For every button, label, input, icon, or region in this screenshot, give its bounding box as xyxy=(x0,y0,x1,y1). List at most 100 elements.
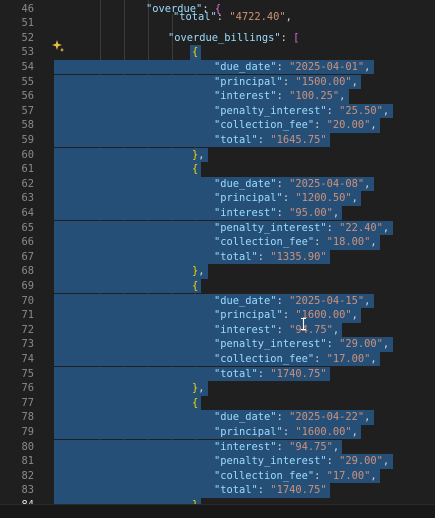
json-key: "principal" xyxy=(214,309,283,322)
line-number: 69 xyxy=(21,279,34,292)
code-line[interactable]: "penalty_interest": "22.40", xyxy=(214,221,389,236)
line-number: 60 xyxy=(21,148,34,161)
line-number: 83 xyxy=(21,484,34,497)
json-punctuation: , xyxy=(198,265,205,278)
code-line[interactable]: "principal": "1600.00", xyxy=(214,425,358,440)
line-number: 53 xyxy=(21,46,34,59)
json-punctuation: , xyxy=(370,352,377,365)
json-punctuation: , xyxy=(198,148,205,161)
code-line[interactable]: "total": "1645.75" xyxy=(214,133,327,148)
code-line[interactable]: "principal": "1500.00", xyxy=(214,75,358,90)
code-line[interactable]: "collection_fee": "18.00", xyxy=(214,235,377,250)
json-punctuation: : xyxy=(257,133,271,146)
code-line[interactable]: "penalty_interest": "29.00", xyxy=(214,454,389,469)
json-key: "due_date" xyxy=(214,60,277,73)
json-punctuation: : xyxy=(326,455,340,468)
line-number: 58 xyxy=(21,119,34,132)
code-line[interactable]: "interest": "94.75", xyxy=(214,440,339,455)
code-line[interactable]: "due_date": "2025-04-15", xyxy=(214,294,370,309)
json-punctuation: : xyxy=(276,206,290,219)
json-string: "2025-04-15" xyxy=(289,294,365,307)
json-punctuation: : xyxy=(276,60,290,73)
json-punctuation: : xyxy=(326,104,340,117)
selection-highlight xyxy=(54,278,202,294)
code-line[interactable]: "interest": "94.75", xyxy=(214,323,339,338)
json-key: "total" xyxy=(214,484,258,497)
selection-highlight xyxy=(54,395,202,411)
json-punctuation: : xyxy=(282,309,296,322)
code-line[interactable]: "collection_fee": "17.00", xyxy=(214,469,377,484)
json-string: "25.50" xyxy=(339,104,383,117)
code-line[interactable]: "due_date": "2025-04-08", xyxy=(214,177,370,192)
json-punctuation: , xyxy=(382,221,390,234)
json-bracket: [ xyxy=(293,31,300,44)
code-editor[interactable]: 46 51 52 53 54 55 56 57 58 59 60 61 62 63 64 65 66 67 68 69… xyxy=(0,0,435,513)
json-string: "94.75" xyxy=(289,440,333,453)
json-key: "interest" xyxy=(214,206,277,219)
code-line[interactable]: "penalty_interest": "29.00", xyxy=(214,337,389,352)
json-key: "collection_fee" xyxy=(214,119,315,132)
code-line[interactable]: "principal": "1600.00", xyxy=(214,308,358,323)
code-line[interactable]: "collection_fee": "17.00", xyxy=(214,352,377,367)
line-number: 74 xyxy=(21,352,34,365)
code-line[interactable]: }, xyxy=(192,264,205,279)
line-number: 81 xyxy=(21,455,34,468)
sparkle-icon[interactable] xyxy=(52,40,64,52)
json-punctuation: : xyxy=(276,323,290,336)
json-punctuation: : xyxy=(216,11,230,24)
line-number: 82 xyxy=(21,469,34,482)
code-line[interactable]: "principal": "1200.50", xyxy=(214,191,358,206)
code-line[interactable]: "total": "1335.90" xyxy=(214,250,327,265)
json-string: "4722.40" xyxy=(229,11,286,24)
code-line[interactable]: { xyxy=(192,45,198,60)
json-string: "94.75" xyxy=(289,323,333,336)
code-line[interactable]: }, xyxy=(192,381,205,396)
json-key: "interest" xyxy=(214,440,277,453)
code-line[interactable]: "total": "1740.75" xyxy=(214,367,327,382)
json-string: "1740.75" xyxy=(270,367,327,380)
json-key: "due_date" xyxy=(214,411,277,424)
json-bracket: { xyxy=(192,46,199,59)
code-line[interactable]: "interest": "100.25", xyxy=(214,89,345,104)
code-line[interactable]: "penalty_interest": "25.50", xyxy=(214,104,389,119)
json-key: "collection_fee" xyxy=(214,469,315,482)
json-string: "20.00" xyxy=(326,119,371,132)
code-line[interactable]: "due_date": "2025-04-01", xyxy=(214,60,370,75)
code-line[interactable]: }, xyxy=(192,148,205,163)
code-line[interactable]: "total": "4722.40", xyxy=(173,10,292,25)
selection-highlight xyxy=(54,147,208,163)
json-string: "95.00" xyxy=(289,206,333,219)
json-punctuation: : xyxy=(276,90,290,103)
code-line[interactable]: "collection_fee": "20.00", xyxy=(214,118,377,133)
json-punctuation: , xyxy=(364,411,371,424)
json-punctuation: : xyxy=(314,352,327,365)
json-string: "1600.00" xyxy=(295,425,352,438)
json-punctuation: : xyxy=(282,425,296,438)
json-string: "29.00" xyxy=(339,455,383,468)
json-punctuation: : xyxy=(314,236,327,249)
json-bracket: { xyxy=(192,163,199,176)
code-line[interactable]: { xyxy=(192,162,198,177)
line-number: 46 xyxy=(21,2,34,15)
line-number: 78 xyxy=(21,411,34,424)
json-punctuation: , xyxy=(382,338,390,351)
json-key: "interest" xyxy=(214,90,277,103)
code-line[interactable]: "overdue_billings": [ xyxy=(168,31,299,46)
json-punctuation: : xyxy=(257,484,271,497)
json-punctuation: , xyxy=(370,119,377,132)
code-line[interactable]: "interest": "95.00", xyxy=(214,206,339,221)
json-punctuation: : xyxy=(276,411,290,424)
line-number-gutter: 46 51 52 53 54 55 56 57 58 59 60 61 62 63 64 65 66 67 68 69… xyxy=(0,0,50,511)
code-line[interactable]: "due_date": "2025-04-22", xyxy=(214,410,370,425)
json-key: "total" xyxy=(214,133,258,146)
json-string: "1200.50" xyxy=(295,192,352,205)
json-punctuation: , xyxy=(351,192,358,205)
json-key: "principal" xyxy=(214,75,283,88)
json-string: "18.00" xyxy=(326,236,371,249)
code-line[interactable]: { xyxy=(192,396,198,411)
json-string: "100.25" xyxy=(289,90,340,103)
code-line[interactable]: { xyxy=(192,279,198,294)
line-number: 64 xyxy=(21,206,34,219)
code-line[interactable]: "total": "1740.75" xyxy=(214,483,327,498)
json-key: "due_date" xyxy=(214,177,277,190)
